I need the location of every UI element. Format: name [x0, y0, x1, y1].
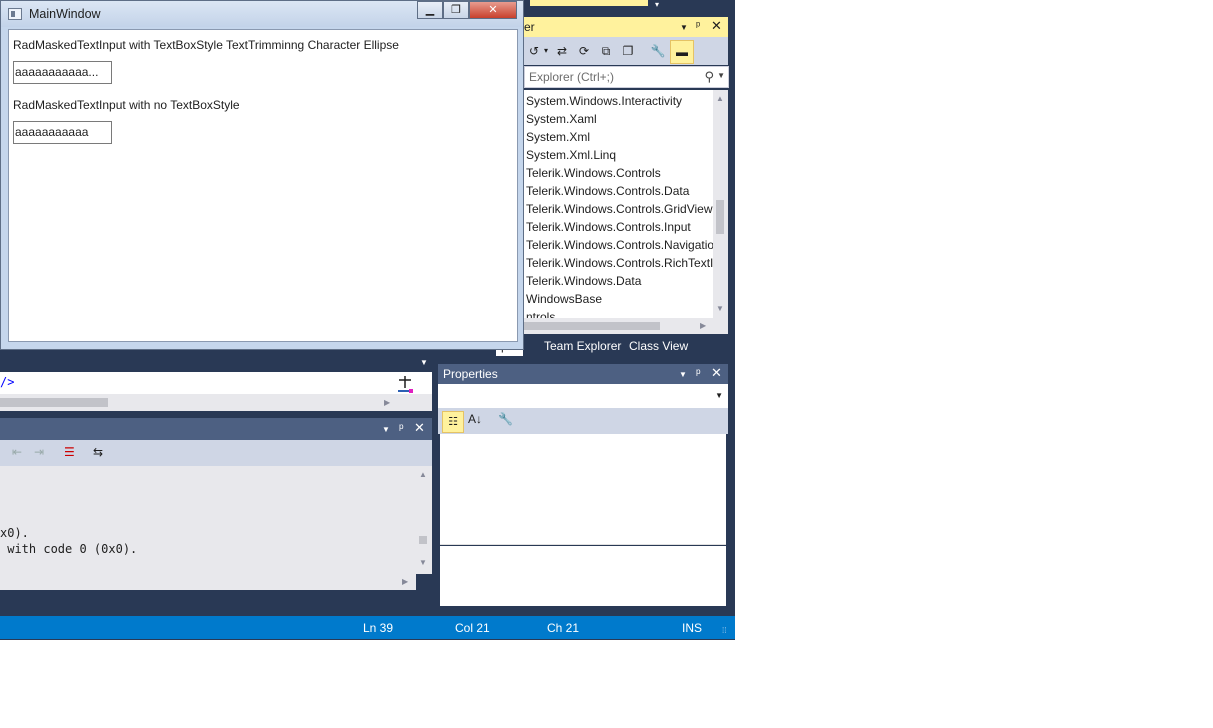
collapse-all-icon[interactable]: ⧉ — [598, 43, 614, 59]
output-text[interactable]: x0). with code 0 (0x0). — [0, 466, 416, 574]
close-icon[interactable]: ✕ — [711, 18, 722, 34]
word-wrap-icon[interactable]: ⇆ — [93, 445, 103, 459]
panel-menu-icon[interactable]: ▼ — [382, 425, 390, 434]
properties-titlebar: Properties ▼ ᵖ ✕ — [438, 364, 728, 384]
panel-menu-icon[interactable]: ▼ — [680, 23, 688, 32]
split-pane-icon[interactable] — [396, 374, 416, 394]
code-fragment: /> — [0, 375, 15, 389]
solution-explorer-search[interactable]: Explorer (Ctrl+;) ⚲ ▼ — [524, 66, 729, 88]
close-icon[interactable]: ✕ — [711, 365, 722, 381]
tree-item[interactable]: Telerik.Windows.Data — [526, 272, 641, 290]
tree-item[interactable]: WindowsBase — [526, 290, 602, 308]
tree-item[interactable]: Telerik.Windows.Controls.Input — [526, 218, 691, 236]
tree-item[interactable]: Telerik.Windows.Controls.Data — [526, 182, 689, 200]
tab-class-view[interactable]: Class View — [624, 336, 693, 356]
status-line: Ln 39 — [363, 621, 394, 635]
tree-scroll-thumb[interactable] — [716, 200, 724, 234]
close-icon[interactable]: ✕ — [414, 420, 425, 436]
label-no-style: RadMaskedTextInput with no TextBoxStyle — [13, 98, 240, 112]
xaml-editor[interactable]: /> — [0, 372, 432, 394]
label-trimming: RadMaskedTextInput with TextBoxStyle Tex… — [13, 38, 399, 52]
maximize-button[interactable]: ❐ — [443, 1, 469, 19]
minimize-button[interactable]: ▁ — [417, 1, 443, 19]
pin-icon[interactable]: ᵖ — [696, 366, 701, 380]
resize-grip-icon[interactable]: ⁞⁞ — [722, 626, 726, 635]
search-placeholder: Explorer (Ctrl+;) — [529, 70, 615, 84]
search-icon[interactable]: ⚲ — [704, 69, 714, 85]
solution-tree: System.Windows.Interactivity System.Xaml… — [520, 90, 713, 318]
status-bar: Ln 39 Col 21 Ch 21 INS ⁞⁞ — [0, 616, 735, 639]
output-toolbar: ⇤ ⇥ ☰ ⇆ — [0, 440, 432, 466]
tab-dropdown-icon[interactable]: ▾ — [655, 0, 659, 9]
scroll-up-icon[interactable]: ▲ — [419, 470, 427, 479]
tab-team-explorer[interactable]: Team Explorer — [539, 336, 626, 356]
solution-explorer-title: er — [524, 20, 535, 34]
prev-message-icon[interactable]: ⇤ — [12, 445, 22, 459]
scroll-right-icon[interactable]: ▶ — [402, 577, 408, 586]
tree-item[interactable]: System.Xml.Linq — [526, 146, 616, 164]
tree-item[interactable]: Telerik.Windows.Controls.Navigatio — [526, 236, 713, 254]
status-mode: INS — [682, 621, 703, 635]
scroll-right-icon[interactable]: ▶ — [384, 398, 390, 407]
scroll-down-icon[interactable]: ▼ — [716, 304, 724, 313]
tree-item[interactable]: Telerik.Windows.Controls.RichTextI — [526, 254, 713, 272]
output-scroll-thumb[interactable] — [419, 536, 427, 544]
clear-all-icon[interactable]: ☰ — [64, 445, 75, 459]
next-message-icon[interactable]: ⇥ — [34, 445, 44, 459]
tree-item[interactable]: System.Windows.Interactivity — [526, 92, 682, 110]
scroll-down-icon[interactable]: ▼ — [419, 558, 427, 567]
masked-input-plain[interactable]: aaaaaaaaaaa — [13, 121, 112, 144]
properties-title: Properties — [443, 367, 498, 381]
status-col: Col 21 — [455, 621, 490, 635]
property-pages-icon[interactable]: 🔧 — [498, 412, 513, 426]
output-horizontal-scrollbar[interactable]: ▶ — [0, 574, 416, 590]
preview-icon[interactable]: ▬ — [670, 40, 694, 64]
chevron-down-icon[interactable]: ▼ — [420, 358, 428, 367]
masked-input-ellipsis[interactable]: aaaaaaaaaaa... — [13, 61, 112, 84]
tree-item[interactable]: System.Xml — [526, 128, 590, 146]
editor-hscroll-thumb[interactable] — [0, 398, 108, 407]
property-description — [440, 546, 726, 606]
performance-tab-fragment[interactable] — [530, 0, 648, 6]
status-ch: Ch 21 — [547, 621, 580, 635]
categorized-icon[interactable]: ☷ — [442, 411, 464, 433]
alphabetical-icon[interactable]: A↓ — [468, 412, 482, 426]
tree-item[interactable]: Telerik.Windows.Controls — [526, 164, 661, 182]
properties-icon[interactable]: 🔧 — [650, 43, 666, 59]
solution-explorer-titlebar: er ▼ ᵖ ✕ — [520, 17, 728, 37]
output-line: with code 0 (0x0). — [0, 542, 138, 556]
close-button[interactable]: ✕ — [469, 1, 517, 19]
scroll-right-icon[interactable]: ▶ — [700, 321, 706, 330]
output-line: x0). — [0, 526, 29, 540]
sync-icon[interactable]: ⇄ — [554, 43, 570, 59]
window-client-area: RadMaskedTextInput with TextBoxStyle Tex… — [8, 29, 518, 342]
scroll-up-icon[interactable]: ▲ — [716, 94, 724, 103]
output-vertical-scrollbar[interactable]: ▲ ▼ — [416, 466, 432, 574]
search-options-icon[interactable]: ▼ — [717, 71, 725, 80]
refresh-icon[interactable]: ⟳ — [576, 43, 592, 59]
solution-explorer-toolbar: ↺ ▾ ⇄ ⟳ ⧉ ❐ 🔧 ▬ — [520, 37, 728, 65]
chevron-down-icon[interactable]: ▼ — [715, 391, 723, 400]
panel-menu-icon[interactable]: ▼ — [679, 370, 687, 379]
tree-item[interactable]: System.Xaml — [526, 110, 597, 128]
dropdown-icon[interactable]: ▾ — [538, 43, 554, 59]
output-titlebar: ▼ ᵖ ✕ — [0, 418, 432, 440]
tree-item[interactable]: ntrols — [526, 308, 555, 318]
property-grid — [440, 434, 726, 545]
object-selector-combo[interactable]: ▼ — [438, 384, 728, 408]
show-all-files-icon[interactable]: ❐ — [620, 43, 636, 59]
pin-icon[interactable]: ᵖ — [696, 20, 700, 32]
window-title: MainWindow — [29, 7, 101, 21]
pin-icon[interactable]: ᵖ — [399, 421, 404, 435]
window-icon[interactable] — [8, 8, 22, 20]
tree-hscroll-thumb[interactable] — [522, 322, 660, 330]
properties-toolbar: ☷ A↓ 🔧 — [438, 408, 728, 434]
tree-item[interactable]: Telerik.Windows.Controls.GridView — [526, 200, 713, 218]
